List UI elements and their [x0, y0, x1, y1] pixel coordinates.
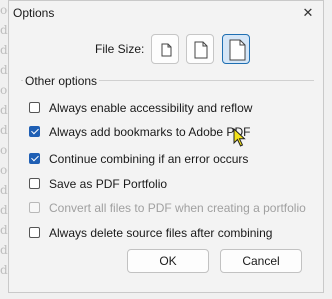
close-button[interactable]: ✕ — [297, 3, 319, 23]
cancel-button[interactable]: Cancel — [220, 249, 302, 273]
checkbox-checked[interactable] — [29, 126, 40, 137]
file-size-medium-button[interactable] — [186, 34, 214, 64]
options-dialog: Options ✕ File Size: Other options Alway… — [8, 0, 324, 293]
option-label: Save as PDF Portfolio — [49, 177, 168, 191]
ok-button[interactable]: OK — [127, 249, 209, 273]
title-bar: Options ✕ — [9, 1, 323, 25]
file-size-label: File Size: — [95, 42, 145, 56]
checkbox[interactable] — [29, 227, 40, 238]
mouse-cursor-icon — [233, 128, 246, 147]
option-label: Convert all files to PDF when creating a… — [49, 201, 306, 215]
small-page-icon — [161, 43, 172, 57]
option-label: Always add bookmarks to Adobe PDF — [49, 125, 251, 139]
large-page-icon — [229, 39, 246, 61]
checkbox[interactable] — [29, 102, 40, 113]
file-size-small-button[interactable] — [151, 34, 179, 64]
option-label: Always enable accessibility and reflow — [49, 101, 253, 115]
checkbox-checked[interactable] — [29, 153, 40, 164]
option-label: Continue combining if an error occurs — [49, 152, 249, 166]
dialog-title: Options — [13, 6, 55, 20]
file-size-large-button[interactable] — [222, 34, 250, 64]
checkbox[interactable] — [29, 178, 40, 189]
checkbox-disabled — [29, 202, 40, 213]
option-label: Always delete source files after combini… — [49, 226, 273, 240]
other-options-label: Other options — [23, 74, 100, 88]
medium-page-icon — [194, 41, 208, 59]
